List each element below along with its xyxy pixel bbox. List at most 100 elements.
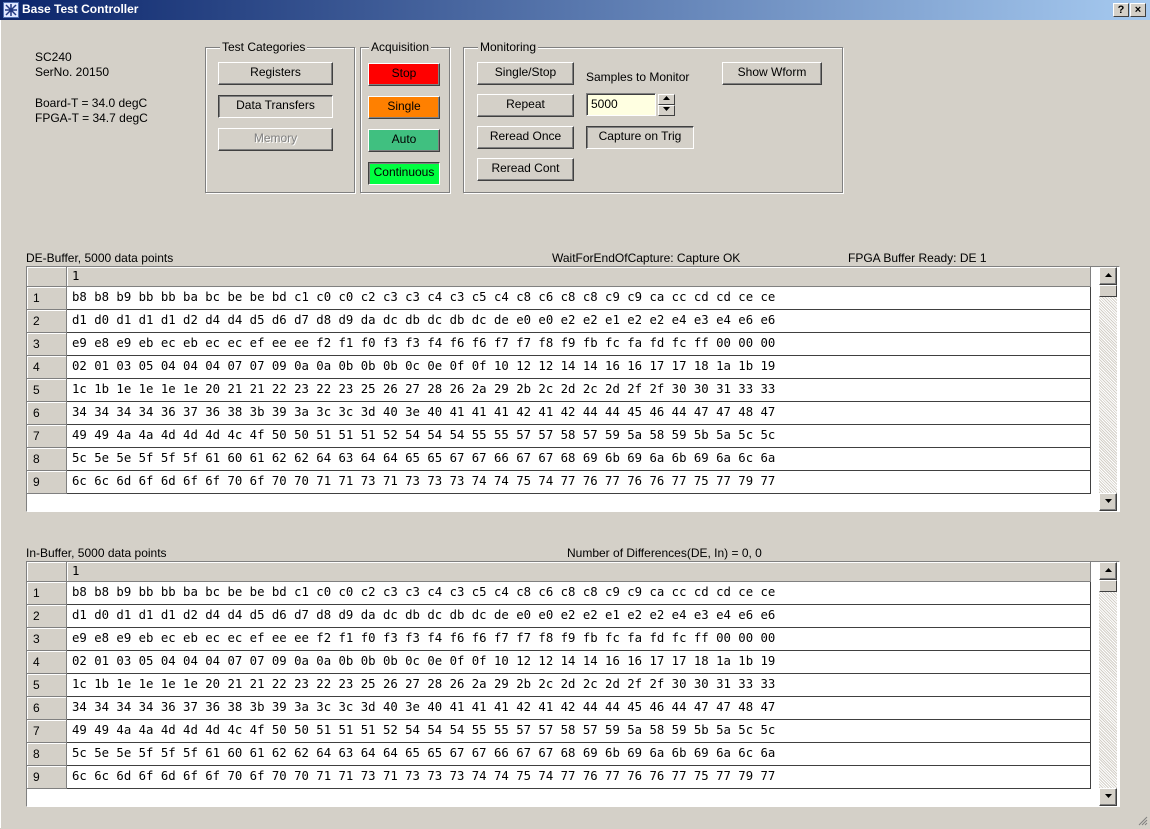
data-cell[interactable]: 02 01 03 05 04 04 04 07 07 09 0a 0a 0b 0… — [67, 356, 1091, 379]
in-buffer-title: In-Buffer, 5000 data points — [26, 546, 167, 560]
single-button[interactable]: Single — [368, 96, 440, 119]
app-icon — [3, 2, 19, 18]
data-transfers-button[interactable]: Data Transfers — [218, 95, 333, 118]
data-cell[interactable]: 02 01 03 05 04 04 04 07 07 09 0a 0a 0b 0… — [67, 651, 1091, 674]
data-cell[interactable]: 5c 5e 5e 5f 5f 5f 61 60 61 62 62 64 63 6… — [67, 743, 1091, 766]
stop-button[interactable]: Stop — [368, 63, 440, 86]
reread-once-button[interactable]: Reread Once — [477, 126, 574, 149]
spin-up-button[interactable] — [658, 94, 675, 105]
column-header[interactable]: 1 — [67, 267, 1091, 287]
scroll-thumb[interactable] — [1099, 580, 1117, 592]
row-header[interactable]: 1 — [27, 287, 67, 310]
continuous-button[interactable]: Continuous — [368, 162, 440, 185]
data-cell[interactable]: 34 34 34 34 36 37 36 38 3b 39 3a 3c 3c 3… — [67, 697, 1091, 720]
test-categories-label: Test Categories — [220, 40, 308, 54]
registers-label: Registers — [250, 65, 301, 79]
row-header[interactable]: 5 — [27, 379, 67, 402]
auto-label: Auto — [391, 132, 417, 146]
scroll-down-button[interactable] — [1099, 493, 1117, 511]
data-cell[interactable]: 1c 1b 1e 1e 1e 1e 20 21 21 22 23 22 23 2… — [67, 674, 1091, 697]
scroll-up-button[interactable] — [1099, 562, 1117, 580]
auto-button[interactable]: Auto — [368, 129, 440, 152]
arrow-down-icon — [1104, 794, 1112, 798]
in-buffer-scrollbar[interactable] — [1099, 562, 1117, 806]
scroll-up-button[interactable] — [1099, 267, 1117, 285]
data-cell[interactable]: e9 e8 e9 eb ec eb ec ec ef ee ee f2 f1 f… — [67, 333, 1091, 356]
de-buffer-grid[interactable]: 1 1 b8 b8 b9 bb bb ba bc be be bd c1 c0 c0… — [26, 266, 1120, 512]
data-cell[interactable]: 49 49 4a 4a 4d 4d 4d 4c 4f 50 50 51 51 5… — [67, 720, 1091, 743]
grid-corner — [27, 562, 67, 582]
row-header[interactable]: 6 — [27, 402, 67, 425]
scroll-down-button[interactable] — [1099, 788, 1117, 806]
data-cell[interactable]: 5c 5e 5e 5f 5f 5f 61 60 61 62 62 64 63 6… — [67, 448, 1091, 471]
memory-button[interactable]: Memory — [218, 128, 333, 151]
arrow-down-icon — [1104, 499, 1112, 503]
row-header[interactable]: 6 — [27, 697, 67, 720]
fpga-temperature: FPGA-T = 34.7 degC — [35, 111, 148, 125]
resize-grip-icon[interactable] — [1136, 814, 1148, 826]
data-transfers-label: Data Transfers — [236, 98, 315, 112]
row-header[interactable]: 4 — [27, 651, 67, 674]
row-header[interactable]: 9 — [27, 766, 67, 789]
data-cell[interactable]: b8 b8 b9 bb bb ba bc be be bd c1 c0 c0 c… — [67, 582, 1091, 605]
row-header[interactable]: 4 — [27, 356, 67, 379]
data-cell[interactable]: e9 e8 e9 eb ec eb ec ec ef ee ee f2 f1 f… — [67, 628, 1091, 651]
single-stop-button[interactable]: Single/Stop — [477, 62, 574, 85]
memory-label: Memory — [253, 131, 298, 145]
single-label: Single — [387, 99, 421, 113]
row-header[interactable]: 9 — [27, 471, 67, 494]
registers-button[interactable]: Registers — [218, 62, 333, 85]
reread-cont-button[interactable]: Reread Cont — [477, 158, 574, 181]
differences-status: Number of Differences(DE, In) = 0, 0 — [567, 546, 762, 560]
show-wform-label: Show Wform — [737, 65, 807, 79]
acquisition-label: Acquisition — [369, 40, 432, 54]
arrow-up-icon — [1104, 273, 1112, 277]
data-cell[interactable]: d1 d0 d1 d1 d1 d2 d4 d4 d5 d6 d7 d8 d9 d… — [67, 605, 1091, 628]
row-header[interactable]: 3 — [27, 333, 67, 356]
row-header[interactable]: 1 — [27, 582, 67, 605]
row-header[interactable]: 2 — [27, 310, 67, 333]
grid-corner — [27, 267, 67, 287]
device-model: SC240 — [35, 50, 72, 64]
spin-down-button[interactable] — [658, 105, 675, 116]
reread-cont-label: Reread Cont — [491, 161, 560, 175]
data-cell[interactable]: 49 49 4a 4a 4d 4d 4d 4c 4f 50 50 51 51 5… — [67, 425, 1091, 448]
samples-to-monitor-label: Samples to Monitor — [586, 70, 690, 84]
data-cell[interactable]: 34 34 34 34 36 37 36 38 3b 39 3a 3c 3c 3… — [67, 402, 1091, 425]
row-header[interactable]: 8 — [27, 743, 67, 766]
fpga-buffer-status: FPGA Buffer Ready: DE 1 — [848, 251, 987, 265]
device-serial: SerNo. 20150 — [35, 65, 110, 79]
column-header[interactable]: 1 — [67, 562, 1091, 582]
arrow-up-icon — [1104, 568, 1112, 572]
capture-on-trig-label: Capture on Trig — [598, 129, 682, 143]
single-stop-label: Single/Stop — [494, 65, 557, 79]
repeat-button[interactable]: Repeat — [477, 94, 574, 117]
capture-on-trig-button[interactable]: Capture on Trig — [586, 126, 694, 149]
reread-once-label: Reread Once — [489, 129, 562, 143]
close-button[interactable]: × — [1130, 3, 1146, 17]
title-bar[interactable]: Base Test Controller ? × — [0, 0, 1150, 20]
data-cell[interactable]: 6c 6c 6d 6f 6d 6f 6f 70 6f 70 70 71 71 7… — [67, 766, 1091, 789]
data-cell[interactable]: b8 b8 b9 bb bb ba bc be be bd c1 c0 c0 c… — [67, 287, 1091, 310]
help-button[interactable]: ? — [1113, 3, 1129, 17]
in-buffer-grid[interactable]: 1 1 b8 b8 b9 bb bb ba bc be be bd c1 c0 c0… — [26, 561, 1120, 807]
data-cell[interactable]: 6c 6c 6d 6f 6d 6f 6f 70 6f 70 70 71 71 7… — [67, 471, 1091, 494]
scroll-thumb[interactable] — [1099, 285, 1117, 297]
data-cell[interactable]: d1 d0 d1 d1 d1 d2 d4 d4 d5 d6 d7 d8 d9 d… — [67, 310, 1091, 333]
row-header[interactable]: 7 — [27, 425, 67, 448]
row-header[interactable]: 5 — [27, 674, 67, 697]
data-cell[interactable]: 1c 1b 1e 1e 1e 1e 20 21 21 22 23 22 23 2… — [67, 379, 1091, 402]
show-wform-button[interactable]: Show Wform — [722, 62, 822, 85]
row-header[interactable]: 7 — [27, 720, 67, 743]
arrow-up-icon — [663, 96, 670, 100]
repeat-label: Repeat — [506, 97, 545, 111]
row-header[interactable]: 3 — [27, 628, 67, 651]
de-buffer-scrollbar[interactable] — [1099, 267, 1117, 511]
board-temperature: Board-T = 34.0 degC — [35, 96, 148, 110]
samples-input[interactable]: 5000 — [586, 93, 656, 116]
continuous-label: Continuous — [373, 165, 435, 179]
row-header[interactable]: 2 — [27, 605, 67, 628]
row-header[interactable]: 8 — [27, 448, 67, 471]
capture-status: WaitForEndOfCapture: Capture OK — [552, 251, 741, 265]
monitoring-label: Monitoring — [478, 40, 539, 54]
